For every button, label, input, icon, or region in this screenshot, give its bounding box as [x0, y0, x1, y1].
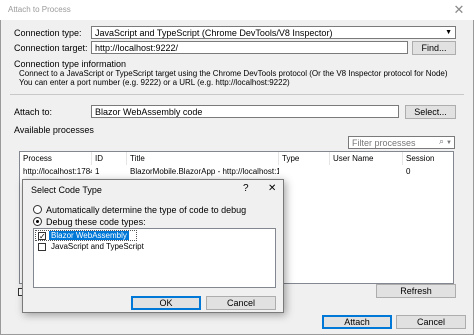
dialog-cancel-button[interactable]: Cancel [206, 296, 276, 310]
cell-title: BlazorMobile.BlazorApp - http://localhos… [130, 167, 279, 176]
cell-id: 1 [95, 167, 100, 176]
table-row[interactable]: http://localhost:1784... 1 BlazorMobile.… [20, 166, 453, 178]
list-item[interactable]: JavaScript and TypeScript [35, 242, 235, 253]
cancel-button[interactable]: Cancel [396, 315, 466, 329]
refresh-button[interactable]: Refresh [376, 284, 456, 298]
attach-to-value: Blazor WebAssembly code [95, 107, 203, 117]
connection-type-value: JavaScript and TypeScript (Chrome DevToo… [95, 28, 333, 38]
chevron-down-icon[interactable]: ▼ [446, 138, 452, 148]
auto-detect-label[interactable]: Automatically determine the type of code… [46, 205, 246, 215]
select-code-type-dialog: Select Code Type ? ✕ Automatically deter… [22, 179, 284, 313]
cell-session: 0 [406, 167, 411, 176]
attach-to-field: Blazor WebAssembly code [91, 105, 399, 118]
connection-target-value: http://localhost:9222/ [95, 43, 179, 53]
attach-button[interactable]: Attach [322, 315, 392, 329]
cell-user-name [330, 166, 403, 178]
column-header-title[interactable]: Title [127, 152, 279, 165]
cell-process: http://localhost:1784... [23, 167, 92, 176]
divider [10, 94, 464, 95]
list-item[interactable]: ✓ Blazor WebAssembly [35, 230, 137, 241]
chevron-down-icon: ▼ [445, 29, 452, 36]
column-header-user-name[interactable]: User Name [330, 152, 403, 165]
code-type-label: JavaScript and TypeScript [51, 242, 144, 251]
search-icon: ⌕ [438, 136, 444, 146]
dialog-title: Select Code Type [31, 185, 102, 195]
select-button[interactable]: Select... [405, 105, 456, 119]
ok-button[interactable]: OK [131, 296, 201, 310]
manual-code-types-radio[interactable] [33, 217, 42, 226]
column-header-process[interactable]: Process [20, 152, 92, 165]
auto-detect-radio[interactable] [33, 205, 42, 214]
help-icon[interactable]: ? [243, 183, 249, 194]
column-header-id[interactable]: ID [92, 152, 127, 165]
column-header-session[interactable]: Session [403, 152, 454, 165]
connection-type-select[interactable]: JavaScript and TypeScript (Chrome DevToo… [91, 26, 456, 39]
filter-processes-input[interactable]: Filter processes ⌕ ▼ [348, 136, 455, 149]
column-header-type[interactable]: Type [279, 152, 330, 165]
connection-info-heading: Connection type information [14, 59, 127, 69]
connection-type-label: Connection type: [14, 28, 82, 38]
find-button[interactable]: Find... [412, 41, 456, 55]
filter-placeholder: Filter processes [352, 138, 416, 148]
window-title: Attach to Process [8, 5, 71, 14]
checkbox-checked-icon[interactable]: ✓ [38, 232, 46, 241]
cell-type [279, 166, 330, 178]
close-icon[interactable]: ✕ [268, 183, 276, 194]
attach-to-label: Attach to: [14, 107, 53, 117]
connection-target-label: Connection target: [14, 43, 88, 53]
code-type-list[interactable]: ✓ Blazor WebAssembly JavaScript and Type… [33, 228, 276, 288]
title-bar: Attach to Process ✕ [0, 0, 474, 20]
manual-code-types-label[interactable]: Debug these code types: [46, 217, 146, 227]
connection-info-line-2: You can enter a port number (e.g. 9222) … [19, 78, 290, 87]
checkbox-unchecked-icon[interactable] [38, 243, 46, 251]
code-type-label: Blazor WebAssembly [49, 231, 129, 240]
connection-info-line-1: Connect to a JavaScript or TypeScript ta… [19, 69, 448, 78]
connection-target-input[interactable]: http://localhost:9222/ [91, 41, 408, 54]
available-processes-label: Available processes [14, 125, 94, 135]
close-icon[interactable]: ✕ [447, 1, 471, 19]
